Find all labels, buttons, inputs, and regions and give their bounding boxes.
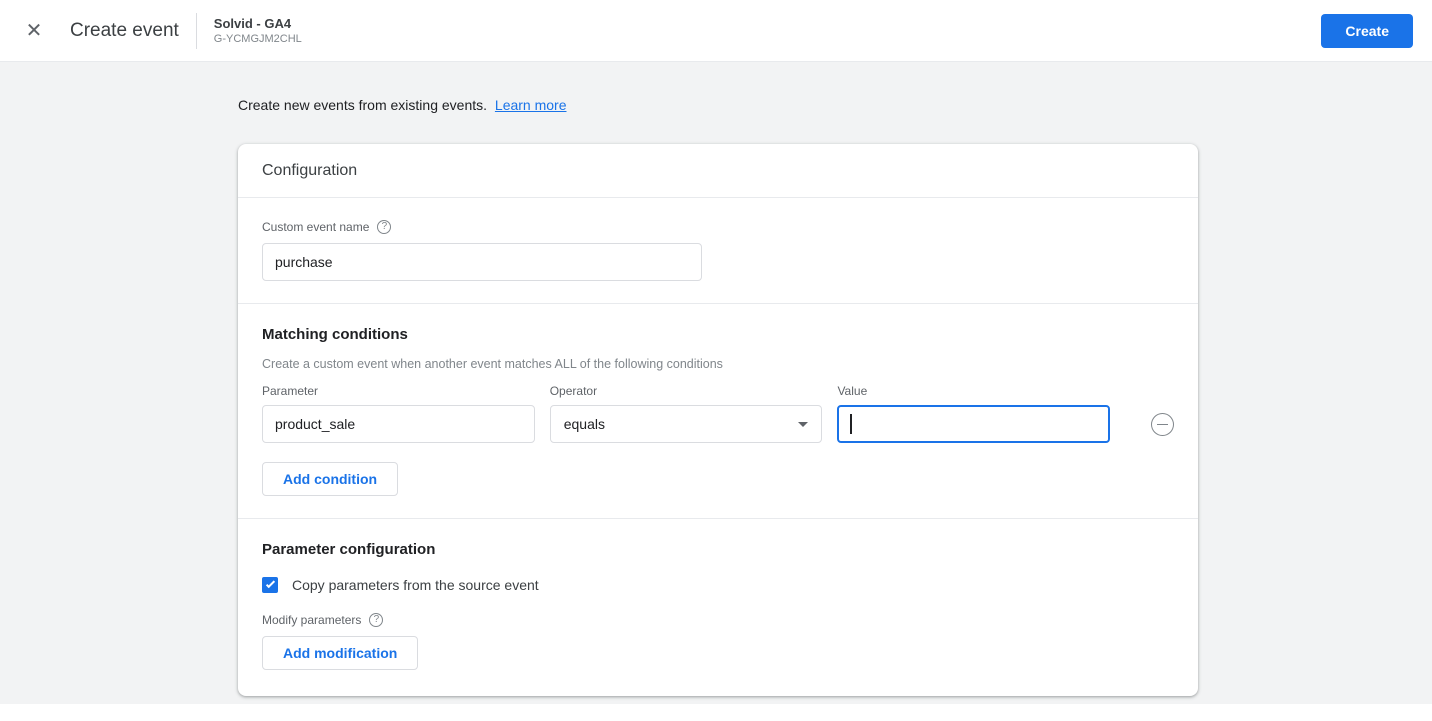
check-icon — [265, 578, 275, 589]
property-id: G-YCMGJM2CHL — [213, 33, 302, 45]
learn-more-link[interactable]: Learn more — [495, 97, 567, 113]
value-input[interactable] — [852, 407, 1098, 441]
property-info: Solvid - GA4 G-YCMGJM2CHL — [214, 16, 302, 45]
copy-parameters-label: Copy parameters from the source event — [292, 577, 539, 593]
modify-parameters-label: Modify parameters — [262, 613, 362, 627]
footer-strip — [0, 704, 1432, 721]
modify-parameters-label-row: Modify parameters ? — [262, 613, 1174, 627]
parameter-input[interactable] — [262, 405, 535, 443]
header-divider — [195, 12, 197, 49]
copy-parameters-row: Copy parameters from the source event — [262, 577, 1174, 593]
property-name: Solvid - GA4 — [213, 16, 292, 31]
parameter-configuration-title: Parameter configuration — [262, 541, 436, 558]
add-modification-button[interactable]: Add modification — [262, 636, 419, 670]
value-column-label: Value — [837, 384, 868, 398]
help-icon[interactable]: ? — [369, 613, 384, 627]
page-body: Create new events from existing events. … — [0, 62, 1432, 704]
custom-event-name-label-row: Custom event name ? — [262, 220, 1174, 234]
value-column: Value — [837, 384, 1111, 443]
custom-event-name-section: Custom event name ? — [238, 198, 1198, 304]
intro-text: Create new events from existing events. — [238, 97, 488, 113]
copy-parameters-checkbox[interactable] — [262, 577, 278, 593]
operator-select[interactable]: equals — [549, 405, 823, 443]
operator-column-label: Operator — [549, 384, 598, 398]
parameter-configuration-section: Parameter configuration Copy parameters … — [238, 519, 1198, 696]
configuration-card: Configuration Custom event name ? Matchi… — [238, 144, 1198, 696]
page-title: Create event — [70, 19, 179, 41]
create-button[interactable]: Create — [1321, 13, 1413, 48]
operator-column: Operator equals — [549, 384, 823, 443]
minus-circle-icon — [1157, 423, 1169, 426]
header-bar: ✕ Create event Solvid - GA4 G-YCMGJM2CHL… — [0, 0, 1432, 62]
custom-event-name-label: Custom event name — [262, 220, 370, 234]
intro-text-row: Create new events from existing events. … — [238, 97, 1432, 113]
remove-condition-button[interactable] — [1151, 413, 1174, 436]
add-condition-button[interactable]: Add condition — [262, 462, 399, 496]
matching-conditions-section: Matching conditions Create a custom even… — [238, 304, 1198, 519]
condition-row: Parameter Operator equals Value — [262, 384, 1174, 443]
card-title: Configuration — [238, 144, 1198, 198]
operator-selected-value: equals — [563, 416, 605, 432]
help-icon[interactable]: ? — [377, 220, 392, 234]
close-icon[interactable]: ✕ — [20, 17, 48, 45]
custom-event-name-input[interactable] — [262, 243, 702, 281]
value-input-focused-wrap — [837, 405, 1111, 443]
matching-conditions-title: Matching conditions — [262, 326, 408, 343]
parameter-column: Parameter — [262, 384, 535, 443]
parameter-column-label: Parameter — [262, 384, 319, 398]
chevron-down-icon — [798, 421, 809, 427]
matching-conditions-description: Create a custom event when another event… — [262, 357, 723, 371]
